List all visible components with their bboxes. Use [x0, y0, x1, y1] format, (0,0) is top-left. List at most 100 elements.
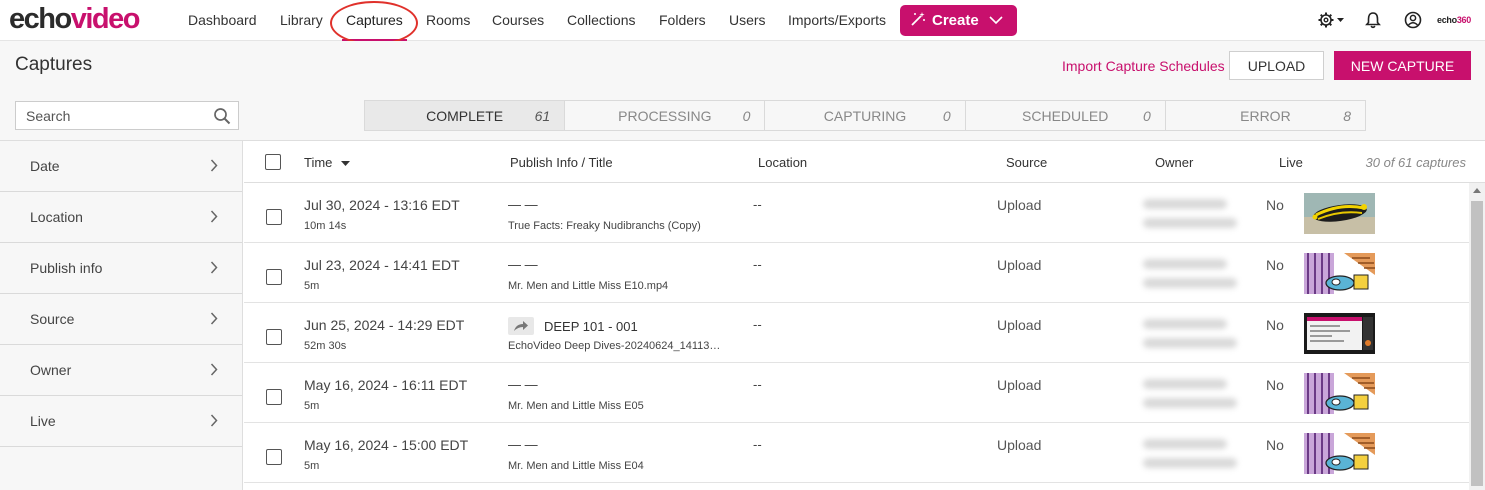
capture-duration: 5m [304, 280, 320, 292]
nav-rooms[interactable]: Rooms [426, 12, 470, 29]
table-row[interactable]: Jul 23, 2024 - 14:41 EDT 5m — — Mr. Men … [244, 243, 1469, 303]
column-source: Source [1006, 155, 1048, 170]
chevron-right-icon [210, 363, 218, 379]
video-thumbnail-nudibranch[interactable] [1304, 193, 1375, 234]
video-thumbnail-cartoon[interactable] [1304, 373, 1375, 414]
nav-users[interactable]: Users [729, 12, 766, 29]
top-navigation: echovideo Dashboard Library Captures Roo… [0, 0, 1485, 45]
capture-title[interactable]: True Facts: Freaky Nudibranchs (Copy) [508, 220, 701, 232]
sidebar-item-source[interactable]: Source [0, 294, 242, 345]
capture-live: No [1266, 257, 1284, 273]
chevron-right-icon [210, 261, 218, 277]
video-thumbnail-screen-recording[interactable] [1304, 313, 1375, 354]
sidebar-item-label: Publish info [30, 260, 103, 276]
publish-info: — — [508, 377, 538, 392]
sidebar-item-location[interactable]: Location [0, 192, 242, 243]
search-input[interactable] [16, 102, 206, 129]
tab-processing-label: PROCESSING [618, 107, 712, 124]
owner-redacted [1141, 255, 1241, 293]
page-title: Captures [15, 54, 93, 75]
capture-live: No [1266, 437, 1284, 453]
sidebar-item-owner[interactable]: Owner [0, 345, 242, 396]
capture-title[interactable]: EchoVideo Deep Dives-20240624_14113… [508, 340, 720, 352]
tab-scheduled[interactable]: SCHEDULED 0 [966, 101, 1166, 130]
chevron-right-icon [210, 312, 218, 328]
owner-redacted [1141, 315, 1241, 353]
publish-info-text: — — [508, 377, 538, 392]
column-publish-info: Publish Info / Title [510, 155, 613, 170]
row-checkbox[interactable] [266, 209, 282, 225]
publish-info: DEEP 101 - 001 [508, 317, 638, 335]
column-time[interactable]: Time [304, 155, 351, 170]
tab-scheduled-label: SCHEDULED [1022, 107, 1109, 124]
table-row[interactable]: May 16, 2024 - 16:11 EDT 5m — — Mr. Men … [244, 363, 1469, 423]
publish-info: — — [508, 437, 538, 452]
capture-location: -- [753, 437, 762, 452]
publish-info-text[interactable]: DEEP 101 - 001 [544, 319, 638, 334]
nav-library[interactable]: Library [280, 12, 323, 29]
video-thumbnail-cartoon[interactable] [1304, 433, 1375, 474]
echo360-logo: echo360 [1437, 15, 1471, 25]
chevron-right-icon [210, 414, 218, 430]
nav-imports-exports[interactable]: Imports/Exports [788, 12, 886, 29]
nav-dashboard[interactable]: Dashboard [188, 12, 257, 29]
create-button-label: Create [932, 12, 979, 29]
sidebar-item-date[interactable]: Date [0, 141, 242, 192]
capture-location: -- [753, 257, 762, 272]
tab-complete[interactable]: COMPLETE 61 [365, 101, 566, 130]
search-icon[interactable] [213, 107, 231, 128]
sidebar-item-label: Location [30, 209, 83, 225]
sidebar-item-label: Date [30, 158, 60, 174]
bell-icon[interactable] [1363, 9, 1383, 31]
capture-source: Upload [997, 197, 1042, 213]
nav-collections[interactable]: Collections [567, 12, 635, 29]
row-checkbox[interactable] [266, 329, 282, 345]
capture-title[interactable]: Mr. Men and Little Miss E10.mp4 [508, 280, 668, 292]
tab-complete-label: COMPLETE [426, 107, 504, 124]
capture-location: -- [753, 317, 762, 332]
chevron-right-icon [210, 159, 218, 175]
publish-info-text: — — [508, 437, 538, 452]
tab-capturing[interactable]: CAPTURING 0 [765, 101, 966, 130]
sidebar-item-live[interactable]: Live [0, 396, 242, 447]
chevron-down-icon [989, 14, 1003, 28]
row-checkbox[interactable] [266, 449, 282, 465]
upload-button[interactable]: UPLOAD [1229, 51, 1324, 80]
column-time-label: Time [304, 155, 333, 170]
capture-live: No [1266, 377, 1284, 393]
scroll-up-arrow-icon[interactable] [1473, 188, 1481, 193]
import-capture-schedules-link[interactable]: Import Capture Schedules [1062, 58, 1225, 74]
user-icon[interactable] [1402, 9, 1424, 31]
capture-title[interactable]: Mr. Men and Little Miss E04 [508, 460, 644, 472]
scrollbar-thumb[interactable] [1471, 201, 1483, 486]
capture-live: No [1266, 317, 1284, 333]
nav-captures[interactable]: Captures [342, 12, 407, 41]
tab-error[interactable]: ERROR 8 [1166, 101, 1365, 130]
table-row[interactable]: May 16, 2024 - 15:00 EDT 5m — — Mr. Men … [244, 423, 1469, 483]
create-button[interactable]: Create [900, 5, 1017, 36]
tab-error-count: 8 [1343, 107, 1352, 124]
capture-live: No [1266, 197, 1284, 213]
capture-title[interactable]: Mr. Men and Little Miss E05 [508, 400, 644, 412]
tab-processing-count: 0 [742, 107, 751, 124]
row-checkbox[interactable] [266, 389, 282, 405]
capture-time: Jul 23, 2024 - 14:41 EDT [304, 257, 460, 273]
new-capture-button[interactable]: NEW CAPTURE [1334, 51, 1471, 80]
sidebar-item-label: Source [30, 311, 75, 327]
settings-icon[interactable] [1316, 9, 1346, 31]
video-thumbnail-cartoon[interactable] [1304, 253, 1375, 294]
owner-redacted [1141, 435, 1241, 473]
capture-duration: 10m 14s [304, 220, 347, 232]
tab-processing[interactable]: PROCESSING 0 [565, 101, 766, 130]
nav-courses[interactable]: Courses [492, 12, 544, 29]
echovideo-logo[interactable]: echovideo [9, 3, 140, 35]
nav-folders[interactable]: Folders [659, 12, 706, 29]
column-location: Location [758, 155, 808, 170]
vertical-scrollbar[interactable] [1469, 183, 1485, 490]
row-checkbox[interactable] [266, 269, 282, 285]
select-all-checkbox[interactable] [265, 154, 281, 170]
table-row[interactable]: Jul 30, 2024 - 13:16 EDT 10m 14s — — Tru… [244, 183, 1469, 243]
publish-info: — — [508, 257, 538, 272]
table-row[interactable]: Jun 25, 2024 - 14:29 EDT 52m 30s DEEP 10… [244, 303, 1469, 363]
sidebar-item-publish-info[interactable]: Publish info [0, 243, 242, 294]
